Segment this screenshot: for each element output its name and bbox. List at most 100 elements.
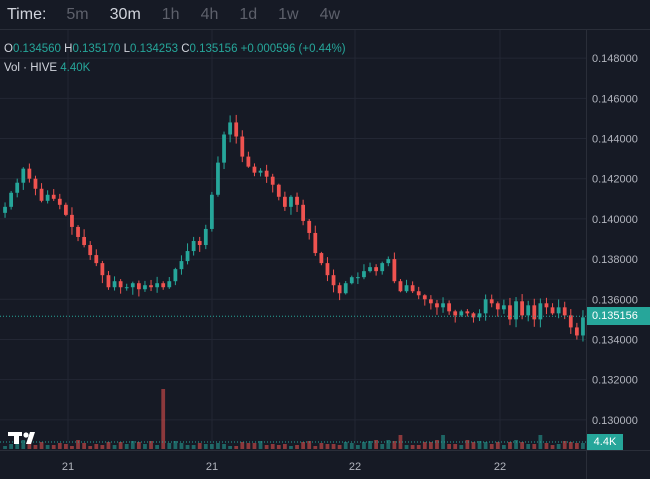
volume-bar [544, 443, 549, 449]
candle-body [477, 313, 482, 318]
volume-bar [550, 445, 555, 449]
candle-body [222, 134, 226, 163]
candle-body [538, 303, 543, 320]
candle-body [526, 305, 531, 316]
candle-body [258, 170, 263, 173]
candle-body [392, 259, 397, 282]
candle-body [76, 226, 80, 237]
candle-body [197, 241, 202, 246]
volume-bar [301, 442, 306, 449]
tradingview-logo-icon [8, 432, 35, 444]
volume-bar [185, 445, 190, 449]
volume-bar [203, 444, 208, 449]
volume-bar [404, 445, 409, 449]
volume-bar [161, 389, 166, 449]
volume-bar [459, 445, 464, 449]
y-tick-label: 0.132000 [592, 375, 638, 387]
candle-body [94, 255, 99, 264]
candle-body [45, 194, 50, 201]
volume-bar [270, 444, 275, 449]
candle-body [410, 285, 415, 292]
candle-body [39, 188, 44, 201]
volume-bar [289, 446, 293, 449]
volume-bar [526, 444, 531, 449]
volume-bar [295, 445, 299, 449]
y-tick-label: 0.142000 [592, 174, 638, 186]
x-tick-label: 22 [494, 461, 506, 473]
close-value: 0.135156 [189, 43, 238, 55]
volume-bar [489, 444, 494, 449]
volume-tag: 4.4K [587, 434, 623, 450]
price-chart[interactable]: 0.148000 0.146000 0.144000 0.142000 0.140000… [0, 30, 650, 479]
candle-body [532, 305, 537, 320]
volume-bar [228, 446, 233, 449]
candle-body [331, 275, 336, 286]
change-value: +0.000596 (+0.44%) [240, 43, 346, 55]
volume-bar [416, 445, 421, 449]
candle-body [185, 251, 190, 262]
volume-bar [447, 444, 452, 449]
last-price-tag: 0.135156 [587, 307, 650, 326]
volume-bar [465, 440, 470, 449]
volume-bar [508, 442, 512, 449]
candle-body [209, 194, 214, 229]
tab-1w[interactable]: 1w [278, 6, 298, 24]
candle-body [380, 263, 385, 272]
volume-bar [471, 442, 476, 449]
y-tick-label: 0.134000 [592, 334, 638, 346]
volume-bar [100, 445, 105, 449]
candle-body [307, 220, 312, 233]
candle-body [337, 285, 342, 294]
volume-bar [155, 445, 160, 449]
candle-body [118, 281, 123, 288]
x-tick-label: 21 [62, 461, 74, 473]
candle-body [57, 198, 62, 205]
volume-bar [112, 445, 117, 449]
volume-bar [282, 444, 287, 449]
candle-body [167, 281, 172, 288]
volume-bar [453, 444, 458, 449]
volume-bar [106, 442, 111, 449]
volume-bar [82, 443, 87, 449]
tab-4w[interactable]: 4w [320, 6, 340, 24]
candle-body [51, 194, 56, 199]
volume-bar [57, 443, 62, 449]
candle-body [234, 122, 239, 137]
volume-bar [222, 444, 226, 449]
volume-bar [483, 442, 488, 449]
time-label: Time: [7, 5, 47, 23]
candle-body [3, 206, 7, 213]
volume-bar [501, 445, 506, 449]
candle-body [149, 285, 153, 288]
volume-bar [386, 440, 391, 449]
volume-value: 4.40K [60, 62, 91, 74]
candle-body [82, 236, 87, 246]
volume-bar [124, 444, 129, 449]
volume-bar [94, 444, 99, 449]
volume-bar [51, 445, 56, 449]
candle-body [562, 307, 567, 316]
volume-bar [568, 442, 573, 449]
candle-body [295, 196, 299, 205]
tab-5m[interactable]: 5m [66, 6, 88, 24]
volume-bar [410, 445, 415, 449]
volume-bar [240, 442, 245, 449]
volume-bar [374, 440, 379, 449]
candle-body [301, 204, 306, 221]
tab-1h[interactable]: 1h [162, 6, 180, 24]
volume-bar [435, 440, 439, 449]
volume-bar [191, 445, 196, 449]
tab-1d[interactable]: 1d [239, 6, 257, 24]
candle-body [252, 166, 257, 173]
volume-label: Vol · HIVE [4, 62, 58, 74]
volume-bar [331, 444, 336, 449]
tab-30m[interactable]: 30m [110, 6, 141, 24]
tab-4h[interactable]: 4h [201, 6, 219, 24]
volume-bar [3, 446, 7, 449]
volume-bar [197, 443, 202, 449]
volume-bar [355, 445, 360, 449]
volume-bar [149, 441, 153, 449]
candle-body [495, 303, 500, 310]
volume-bar [88, 446, 93, 449]
candle-body [173, 269, 178, 282]
